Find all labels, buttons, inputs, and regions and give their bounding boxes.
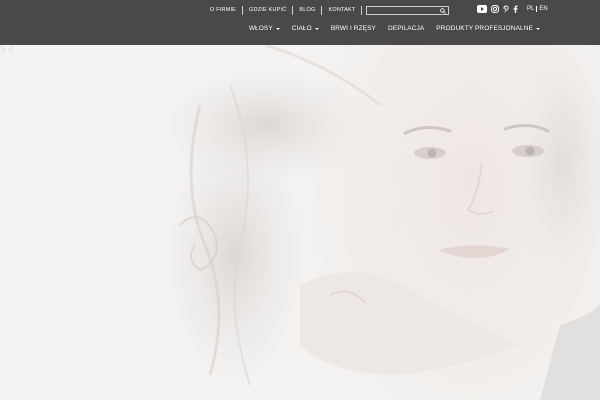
main-navigation: WŁOSY CIAŁO BRWI I RZĘSY DEPILACJA PRODU…	[237, 25, 540, 32]
facebook-icon[interactable]	[513, 5, 518, 13]
chevron-down-icon	[314, 28, 319, 30]
top-link-kontakt[interactable]: KONTAKT	[322, 5, 363, 15]
site-header: O FIRMIE GDZIE KUPIĆ BLOG KONTAKT PL EN …	[0, 0, 600, 45]
social-links	[477, 5, 518, 13]
nav-item-label: WŁOSY	[248, 25, 273, 32]
chevron-left-icon[interactable]	[8, 45, 14, 55]
nav-item-produkty-profesjonalne[interactable]: PRODUKTY PROFESJONALNE	[436, 25, 540, 32]
language-switcher: PL EN	[527, 6, 548, 12]
search-input[interactable]	[369, 7, 437, 14]
nav-item-wlosy[interactable]: WŁOSY	[249, 25, 280, 32]
top-link-o-firmie[interactable]: O FIRMIE	[204, 5, 244, 15]
instagram-icon[interactable]	[491, 5, 499, 13]
lang-divider	[536, 6, 538, 12]
lang-en[interactable]: EN	[539, 6, 547, 12]
nav-item-label: CIAŁO	[291, 25, 312, 32]
search-box	[366, 6, 449, 15]
top-navigation: O FIRMIE GDZIE KUPIĆ BLOG KONTAKT	[204, 5, 363, 15]
top-link-blog[interactable]: BLOG	[293, 5, 323, 15]
hero-banner	[0, 45, 600, 400]
youtube-icon[interactable]	[477, 5, 487, 13]
chevron-right-icon[interactable]	[0, 45, 6, 55]
chevron-down-icon	[275, 28, 280, 30]
nav-item-label: DEPILACJA	[387, 25, 425, 32]
lang-pl[interactable]: PL	[527, 6, 534, 12]
nav-item-label: BRWI I RZĘSY	[330, 25, 376, 32]
top-link-gdzie-kupic[interactable]: GDZIE KUPIĆ	[243, 5, 294, 15]
nav-item-cialo[interactable]: CIAŁO	[292, 25, 319, 32]
search-icon[interactable]	[440, 8, 446, 14]
pinterest-icon[interactable]	[503, 5, 509, 13]
woman-portrait-image	[155, 45, 600, 400]
nav-item-depilacja[interactable]: DEPILACJA	[388, 25, 424, 32]
nav-item-brwi-i-rzesy[interactable]: BRWI I RZĘSY	[331, 25, 376, 32]
nav-item-label: PRODUKTY PROFESJONALNE	[436, 25, 533, 32]
chevron-down-icon	[536, 28, 540, 30]
